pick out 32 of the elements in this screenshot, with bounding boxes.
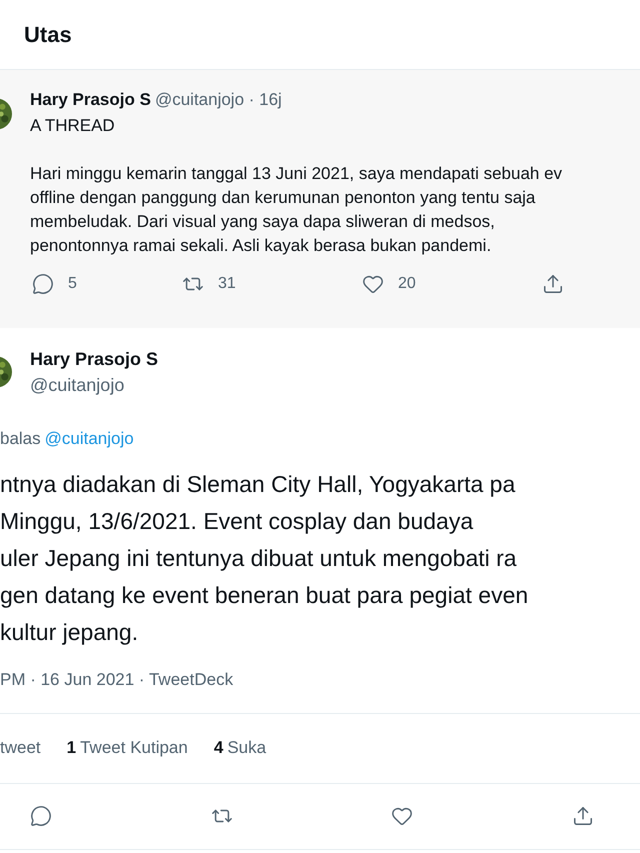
tweet-text-line: gen datang ke event beneran buat para pegiat even	[0, 580, 530, 610]
tweet-meta: PM · 16 Jun 2021 · TweetDeck	[0, 670, 234, 688]
tweet-text-line: membeludak. Dari visual yang saya dapa sliweran di medsos,	[30, 211, 496, 233]
like-icon[interactable]	[362, 273, 384, 295]
author-handle[interactable]: @cuitanjojo · 16j	[154, 88, 282, 112]
share-icon[interactable]	[572, 805, 594, 827]
reply-icon[interactable]	[32, 273, 54, 295]
stat-count: 4	[214, 737, 224, 760]
tweet-text-line: uler Jepang ini tentunya dibuat untuk mengobati ra	[0, 544, 518, 573]
reply-label: balas	[0, 428, 41, 450]
mention-link[interactable]: @cuitanjojo	[44, 426, 134, 452]
stat-label[interactable]: Tweet Kutipan	[80, 735, 188, 761]
tweet-text-line: offline dengan panggung dan kerumunan penonton yang tentu saja	[30, 187, 536, 209]
share-icon[interactable]	[542, 273, 564, 295]
tweet-text-line: Hari minggu kemarin tanggal 13 Juni 2021, saya mendapati sebuah ev	[30, 163, 564, 185]
tweet-text-line: Minggu, 13/6/2021. Event cosplay dan budaya	[0, 506, 474, 536]
stat-count: 1	[66, 737, 76, 760]
action-count: 5	[68, 274, 77, 294]
tweet-text-line: A THREAD	[30, 115, 116, 137]
page-title: Utas	[24, 21, 72, 49]
tweet-text-line: kultur jepang.	[0, 618, 140, 647]
tweet-text-line: penontonnya ramai sekali. Asli kayak berasa bukan pandemi.	[30, 235, 492, 257]
author-handle[interactable]: @cuitanjojo	[30, 372, 158, 398]
action-count: 20	[398, 274, 416, 294]
tweet-text-line: ntnya diadakan di Sleman City Hall, Yogyakarta pa	[0, 470, 516, 499]
stat-label[interactable]: tweet	[0, 735, 41, 761]
author-name[interactable]: Hary Prasojo S	[30, 346, 158, 372]
author-name[interactable]: Hary Prasojo S	[30, 88, 151, 112]
stat-label[interactable]: Suka	[227, 735, 266, 761]
like-icon[interactable]	[391, 805, 414, 827]
reply-icon[interactable]	[30, 805, 52, 827]
action-count: 31	[218, 274, 236, 294]
